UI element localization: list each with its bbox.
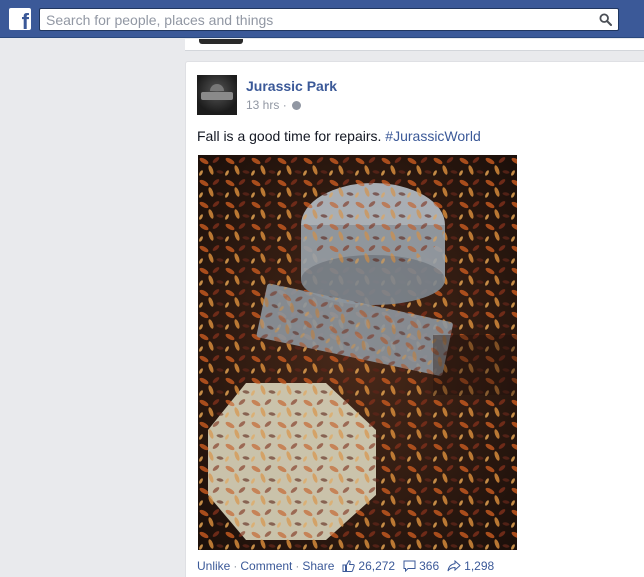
likes-count[interactable]: 26,272: [342, 559, 395, 573]
likes-count-value: 26,272: [358, 559, 396, 573]
shares-count[interactable]: 1,298: [447, 559, 494, 573]
post-card: Jurassic Park 13 hrs · Fall is a good ti…: [185, 61, 644, 577]
action-separator: ·: [233, 559, 238, 573]
logo-arc: [210, 84, 224, 91]
shares-count-value: 1,298: [464, 559, 495, 573]
comment-icon: [403, 560, 416, 572]
page-name-link[interactable]: Jurassic Park: [246, 78, 337, 94]
comments-count-value: 366: [419, 559, 440, 573]
unlike-link[interactable]: Unlike: [197, 559, 230, 573]
meta-separator: ·: [282, 98, 287, 112]
comment-link[interactable]: Comment: [240, 559, 292, 573]
share-arrow-icon: [447, 560, 461, 572]
post-message: Fall is a good time for repairs.: [197, 128, 382, 144]
previous-post-card-edge: [185, 39, 644, 51]
post-actions-bar: Unlike · Comment · Share 26,272 366 1,29…: [197, 559, 494, 573]
logo-bar: [201, 92, 233, 100]
logo-letter: f: [21, 9, 29, 31]
globe-icon: [292, 101, 302, 110]
search-icon[interactable]: [599, 13, 612, 26]
search-box[interactable]: [39, 8, 619, 31]
post-meta: 13 hrs ·: [246, 98, 302, 112]
action-separator: ·: [295, 559, 300, 573]
post-text: Fall is a good time for repairs. #Jurass…: [197, 128, 481, 144]
comments-count[interactable]: 366: [403, 559, 439, 573]
thumbs-up-icon: [342, 560, 356, 572]
top-navigation-bar: f: [0, 0, 644, 38]
facebook-logo-icon[interactable]: f: [9, 8, 31, 30]
previous-post-image-fragment: [199, 39, 243, 44]
post-timestamp[interactable]: 13 hrs: [246, 98, 279, 112]
share-link[interactable]: Share: [302, 559, 334, 573]
page-avatar[interactable]: [197, 75, 237, 115]
post-photo[interactable]: [198, 155, 517, 550]
search-input[interactable]: [40, 9, 580, 30]
hashtag-link[interactable]: #JurassicWorld: [385, 128, 480, 144]
left-column: [0, 39, 185, 577]
